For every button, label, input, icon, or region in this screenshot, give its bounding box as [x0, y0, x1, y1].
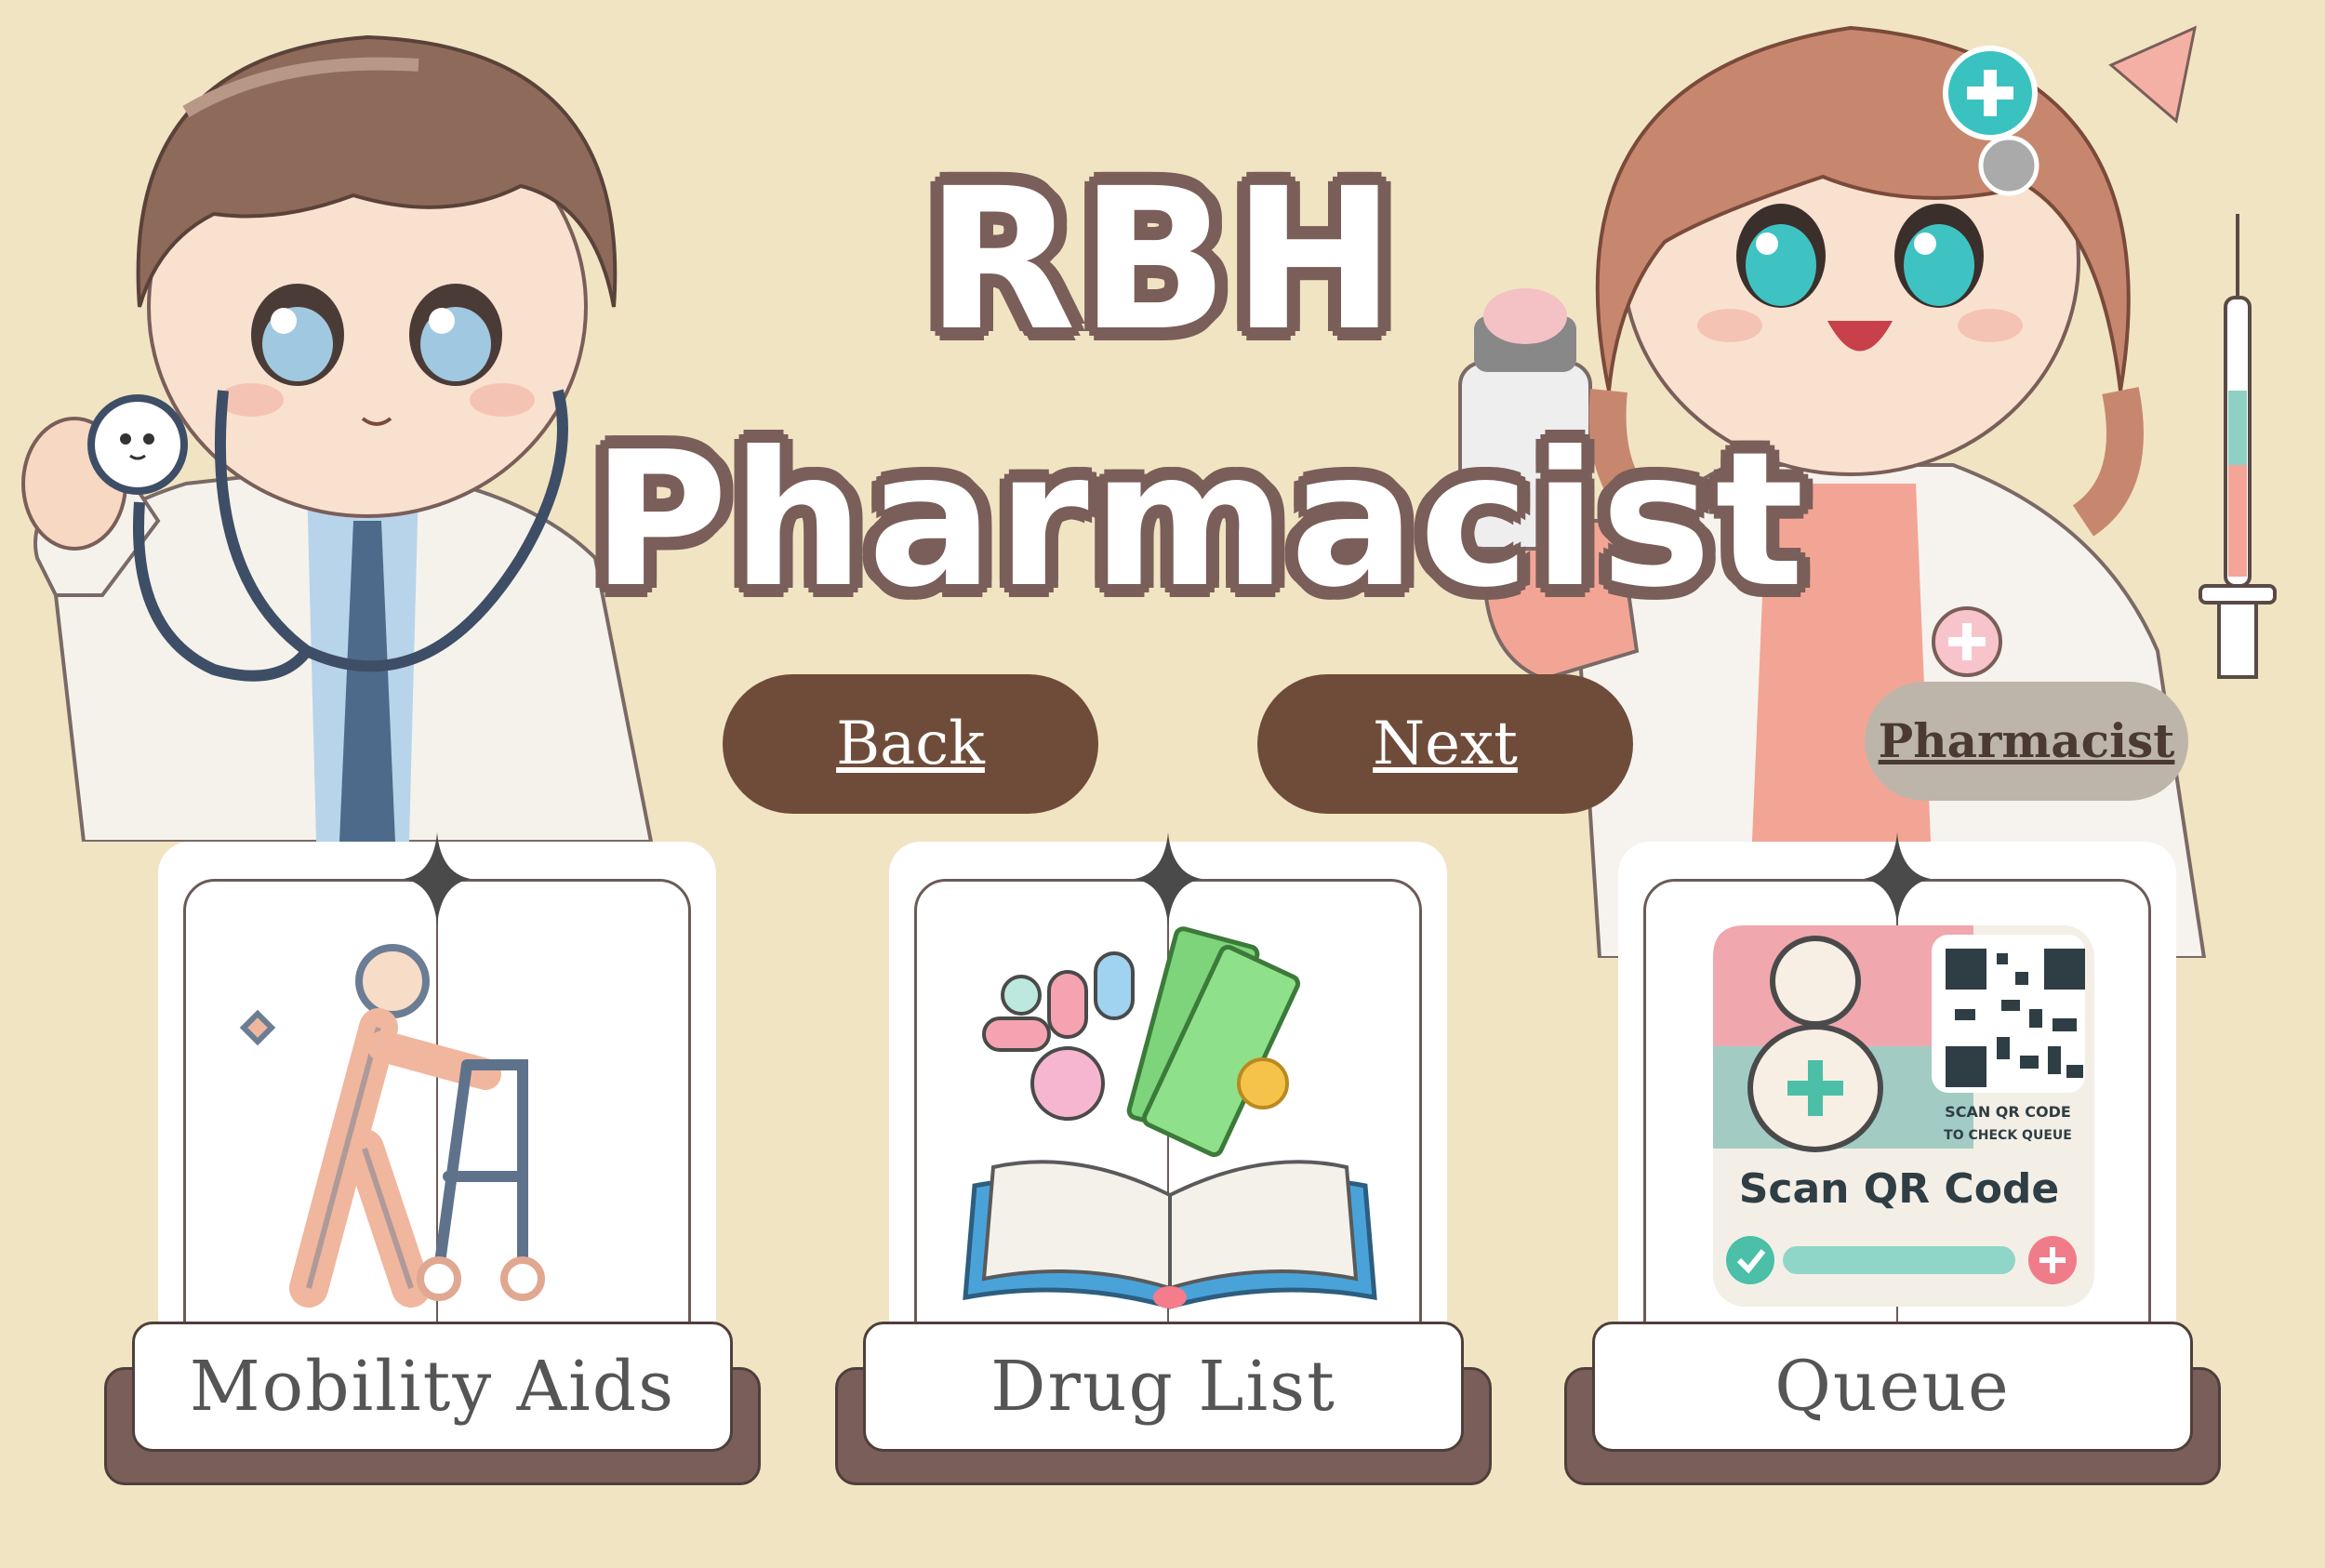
qr-code-icon: SCAN QR CODE TO CHECK QUEUE Scan QR Code	[1713, 925, 2094, 1307]
walker-person-icon	[239, 944, 545, 1308]
drug-list-card[interactable]: Drug List	[835, 832, 1492, 1485]
qr-title: Scan QR Code	[1739, 1165, 2060, 1213]
queue-card[interactable]: SCAN QR CODE TO CHECK QUEUE Scan QR Code…	[1564, 832, 2221, 1485]
mobility-aids-card[interactable]: Mobility Aids	[104, 832, 761, 1485]
page-title-rbh: RBH	[925, 146, 1400, 374]
queue-label: Queue	[1592, 1322, 2193, 1452]
svg-text:TO CHECK QUEUE: TO CHECK QUEUE	[1944, 1128, 2072, 1143]
qr-caption: SCAN QR CODE	[1945, 1103, 2071, 1121]
page-title-pharmacist: Pharmacist	[591, 412, 1808, 629]
pharmacist-button[interactable]: Pharmacist	[1865, 682, 2188, 801]
drug-list-label: Drug List	[863, 1322, 1464, 1452]
book-pills-money-icon	[963, 926, 1377, 1309]
back-button[interactable]: Back	[723, 674, 1098, 814]
mobility-aids-label: Mobility Aids	[132, 1322, 733, 1452]
next-button[interactable]: Next	[1257, 674, 1633, 814]
